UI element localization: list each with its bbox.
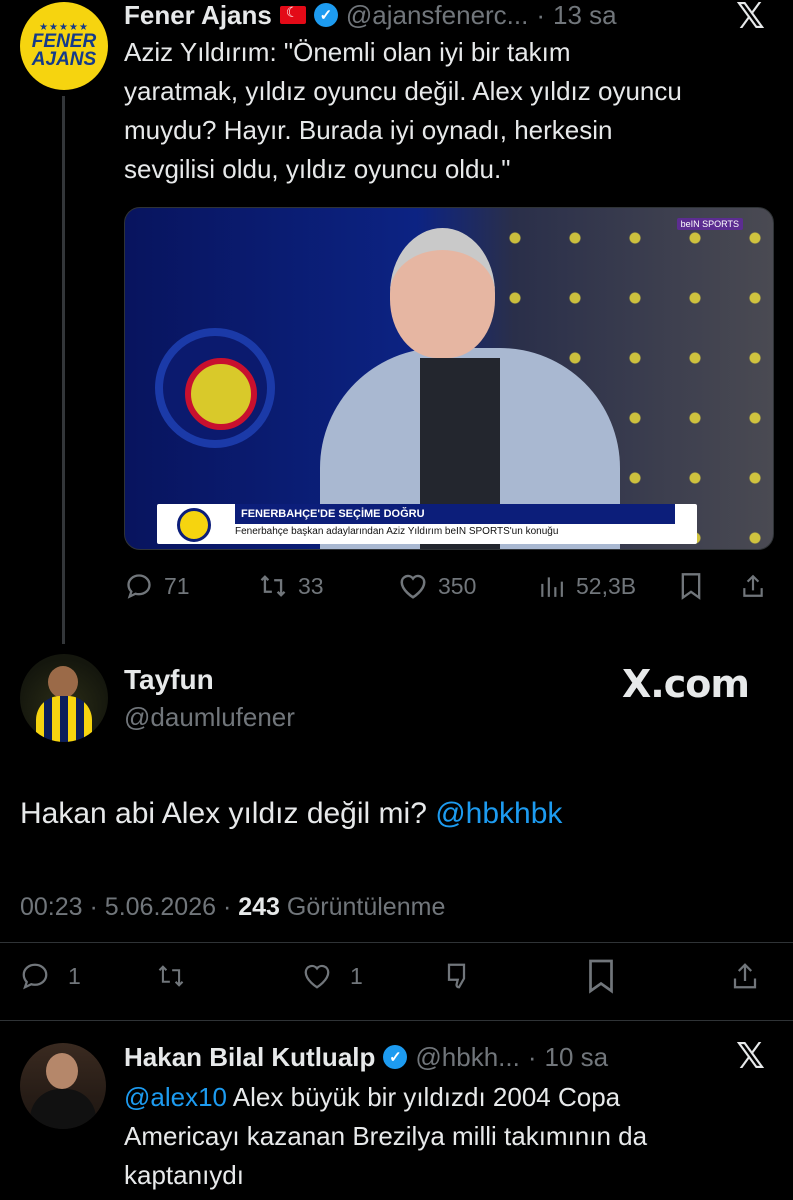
divider — [0, 1020, 793, 1021]
retweet-icon — [156, 956, 186, 996]
mention-link[interactable]: @hbkhbk — [435, 797, 562, 830]
bookmark-icon — [676, 572, 706, 600]
x-logo-icon[interactable]: 𝕏 — [736, 0, 765, 37]
main-author-name[interactable]: Tayfun — [124, 664, 214, 696]
thread-connector-line — [62, 96, 65, 644]
banner-title: FENERBAHÇE'DE SEÇİME DOĞRU — [235, 504, 675, 524]
tweet1-text: Aziz Yıldırım: "Önemli olan iyi bir takı… — [124, 33, 682, 189]
reply-header: Hakan Bilal Kutlualp ✓ @hbkh... · 10 sa — [124, 1040, 608, 1074]
views-count: 52,3B — [576, 572, 637, 599]
separator-dot: · — [89, 893, 105, 921]
retweet-icon — [258, 572, 288, 600]
tweet1-author-handle[interactable]: @ajansfenerc... — [346, 0, 528, 31]
tweet1-action-bar: 71 33 350 52,3B — [124, 566, 774, 606]
separator-dot: · — [222, 893, 239, 921]
views-icon — [536, 573, 566, 599]
fenerbahce-crest — [155, 328, 275, 448]
divider — [0, 942, 793, 943]
separator-dot: · — [527, 1041, 537, 1072]
views-button[interactable]: 52,3B — [536, 566, 636, 606]
retweet-button[interactable]: 33 — [258, 566, 324, 606]
main-tweet-text: Hakan abi Alex yıldız değil mi? @hbkhbk — [20, 797, 562, 831]
turkey-flag-icon — [279, 4, 306, 24]
x-logo-icon[interactable]: 𝕏 — [736, 1036, 765, 1077]
tweet1-time[interactable]: 13 sa — [553, 0, 617, 31]
tweet1-text-line: yaratmak, yıldız oyuncu değil. Alex yıld… — [124, 76, 682, 106]
dislike-button[interactable] — [444, 956, 474, 996]
like-count: 350 — [438, 572, 477, 599]
reply-author-name[interactable]: Hakan Bilal Kutlualp — [124, 1042, 375, 1073]
interviewee-figure — [320, 228, 620, 549]
avatar-text-line2: AJANS — [31, 49, 97, 70]
main-author-handle[interactable]: @daumlufener — [124, 702, 295, 733]
reply-text-line: Americayı kazanan Brezilya milli takımın… — [124, 1121, 648, 1151]
reply-count: 1 — [68, 962, 81, 989]
like-button[interactable]: 1 — [302, 956, 363, 996]
avatar-fener-ajans[interactable]: ★★★★★ FENER AJANS — [20, 2, 108, 90]
reply-text-line: @alex10 Alex büyük bir yıldızdı 2004 Cop… — [124, 1078, 647, 1117]
verified-badge-icon: ✓ — [313, 3, 338, 27]
banner-club-logo — [177, 508, 211, 542]
verified-badge-icon: ✓ — [383, 1045, 408, 1069]
tweet1-author-name[interactable]: Fener Ajans — [124, 0, 272, 31]
views-count: 243 — [238, 893, 280, 921]
main-tweet-meta: 00:23 · 5.06.2026 · 243 Görüntülenme — [20, 893, 445, 922]
reply-text-line: kaptanıydı — [124, 1160, 244, 1190]
bookmark-button[interactable] — [676, 566, 706, 606]
reply-text-part: Alex büyük bir yıldızdı 2004 Copa — [227, 1082, 621, 1112]
retweet-button[interactable] — [156, 956, 186, 996]
reply-icon — [124, 572, 154, 600]
post-date[interactable]: 5.06.2026 — [105, 893, 216, 921]
channel-logo: beIN SPORTS — [676, 218, 743, 230]
like-count: 1 — [350, 962, 363, 989]
reply-time[interactable]: 10 sa — [545, 1042, 609, 1073]
like-button[interactable]: 350 — [398, 566, 476, 606]
reply-text: @alex10 Alex büyük bir yıldızdı 2004 Cop… — [124, 1078, 647, 1195]
tweet1-media-image[interactable]: beIN SPORTS FENERBAHÇE'DE SEÇİME DOĞRU F… — [124, 207, 774, 550]
dislike-icon — [444, 956, 474, 996]
x-com-watermark: X.com — [622, 662, 750, 706]
banner-subtitle: Fenerbahçe başkan adaylarından Aziz Yıld… — [235, 526, 559, 537]
views-label: Görüntülenme — [286, 893, 446, 921]
tweet1-text-line: Aziz Yıldırım: "Önemli olan iyi bir takı… — [124, 37, 571, 67]
tweet1-text-line: sevgilisi oldu, yıldız oyuncu oldu." — [124, 154, 511, 184]
avatar-tayfun[interactable] — [20, 654, 108, 742]
separator-dot: · — [536, 0, 546, 30]
mention-link[interactable]: @alex10 — [124, 1082, 227, 1112]
retweet-count: 33 — [298, 572, 324, 599]
heart-icon — [302, 956, 332, 996]
reply-button[interactable]: 71 — [124, 566, 190, 606]
bookmark-icon — [586, 956, 616, 996]
reply-count: 71 — [164, 572, 190, 599]
share-button[interactable] — [738, 566, 768, 606]
share-icon — [730, 956, 760, 996]
heart-icon — [398, 572, 428, 600]
head-shape — [390, 228, 495, 358]
main-tweet-action-bar: 1 1 — [20, 956, 773, 1000]
post-time[interactable]: 00:23 — [20, 893, 83, 921]
reply-icon — [20, 956, 50, 996]
bookmark-button[interactable] — [586, 956, 616, 996]
avatar-hakan[interactable] — [20, 1043, 106, 1129]
share-button[interactable] — [730, 956, 760, 996]
reply-author-handle[interactable]: @hbkh... — [415, 1042, 519, 1073]
main-tweet-body: Hakan abi Alex yıldız değil mi? — [20, 797, 436, 830]
tweet1-text-line: muydu? Hayır. Burada iyi oynadı, herkesi… — [124, 115, 613, 145]
tweet1-header: Fener Ajans ✓ @ajansfenerc... · 13 sa — [124, 0, 617, 30]
reply-button[interactable]: 1 — [20, 956, 81, 996]
share-icon — [738, 572, 768, 600]
